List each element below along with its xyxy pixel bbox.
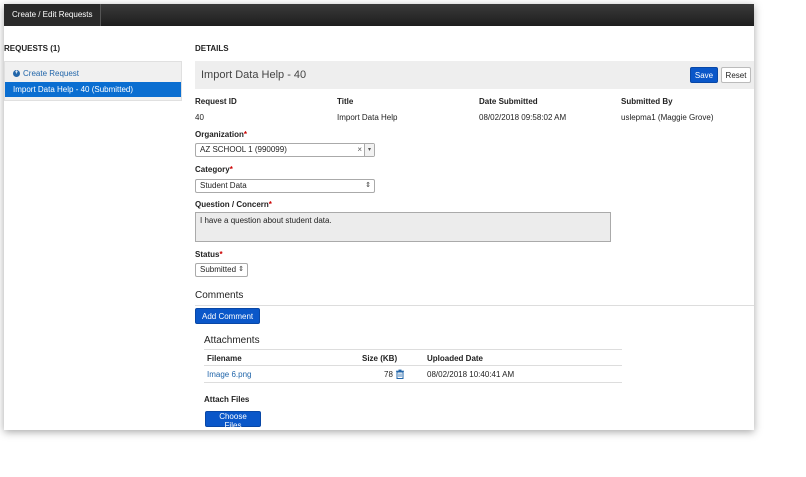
requests-panel: + Create Request Import Data Help - 40 (… xyxy=(4,61,182,101)
request-id-label: Request ID xyxy=(195,97,237,106)
record-title: Import Data Help - 40 xyxy=(201,69,307,81)
attachment-filename-link[interactable]: Image 6.png xyxy=(207,370,251,379)
record-header: Import Data Help - 40 Save Reset xyxy=(195,61,754,89)
question-textarea[interactable]: I have a question about student data. xyxy=(195,212,611,242)
required-marker: * xyxy=(229,165,233,174)
required-marker: * xyxy=(243,130,248,139)
status-label: Status* xyxy=(195,250,223,259)
save-button[interactable]: Save xyxy=(690,67,718,83)
attachment-uploaded-date: 08/02/2018 10:40:41 AM xyxy=(427,370,515,379)
title-value: Import Data Help xyxy=(337,113,398,122)
organization-label: Organization* xyxy=(195,130,248,139)
details-heading: DETAILS xyxy=(195,44,229,53)
trash-icon[interactable] xyxy=(395,369,405,379)
table-divider xyxy=(204,382,622,383)
app-window: Create / Edit Requests REQUESTS (1) + Cr… xyxy=(4,4,754,430)
date-submitted-value: 08/02/2018 09:58:02 AM xyxy=(479,113,567,122)
reset-button[interactable]: Reset xyxy=(721,67,751,83)
request-id-value: 40 xyxy=(195,113,204,122)
organization-value: AZ SCHOOL 1 (990099) xyxy=(200,145,287,154)
category-label: Category* xyxy=(195,165,233,174)
required-marker: * xyxy=(219,250,223,259)
tab-create-edit-requests[interactable]: Create / Edit Requests xyxy=(4,4,102,26)
size-header: Size (KB) xyxy=(362,354,398,363)
status-value: Submitted xyxy=(200,265,237,274)
table-divider xyxy=(204,365,622,366)
updown-arrows-icon: ⇕ xyxy=(365,182,371,189)
question-label: Question / Concern* xyxy=(195,200,272,209)
submitted-by-value: uslepma1 (Maggie Grove) xyxy=(621,113,714,122)
uploaded-date-header: Uploaded Date xyxy=(427,354,484,363)
status-select[interactable]: Submitted ⇕ xyxy=(195,263,248,277)
divider xyxy=(195,305,754,306)
attach-files-label: Attach Files xyxy=(204,395,250,404)
category-value: Student Data xyxy=(200,181,247,190)
requests-heading: REQUESTS (1) xyxy=(4,44,61,53)
updown-arrows-icon: ⇕ xyxy=(238,266,244,273)
choose-files-button[interactable]: Choose Files xyxy=(205,411,261,430)
organization-select[interactable]: AZ SCHOOL 1 (990099) × ▾ xyxy=(195,143,375,157)
create-request-label: Create Request xyxy=(23,69,80,78)
comments-title: Comments xyxy=(195,290,244,301)
chevron-down-icon[interactable]: ▾ xyxy=(364,144,374,156)
title-label: Title xyxy=(337,97,354,106)
attachments-title: Attachments xyxy=(204,335,260,346)
required-marker: * xyxy=(268,200,272,209)
attachment-size: 78 xyxy=(384,370,393,379)
category-select[interactable]: Student Data ⇕ xyxy=(195,179,375,193)
top-bar: Create / Edit Requests xyxy=(4,4,754,26)
submitted-by-label: Submitted By xyxy=(621,97,673,106)
plus-circle-icon: + xyxy=(13,70,20,77)
request-list-item[interactable]: Import Data Help - 40 (Submitted) xyxy=(5,82,181,97)
add-comment-button[interactable]: Add Comment xyxy=(195,308,261,324)
table-divider xyxy=(204,349,622,350)
filename-header: Filename xyxy=(207,354,242,363)
date-submitted-label: Date Submitted xyxy=(479,97,538,106)
create-request-link[interactable]: + Create Request xyxy=(13,69,79,78)
clear-icon[interactable]: × xyxy=(357,144,362,156)
